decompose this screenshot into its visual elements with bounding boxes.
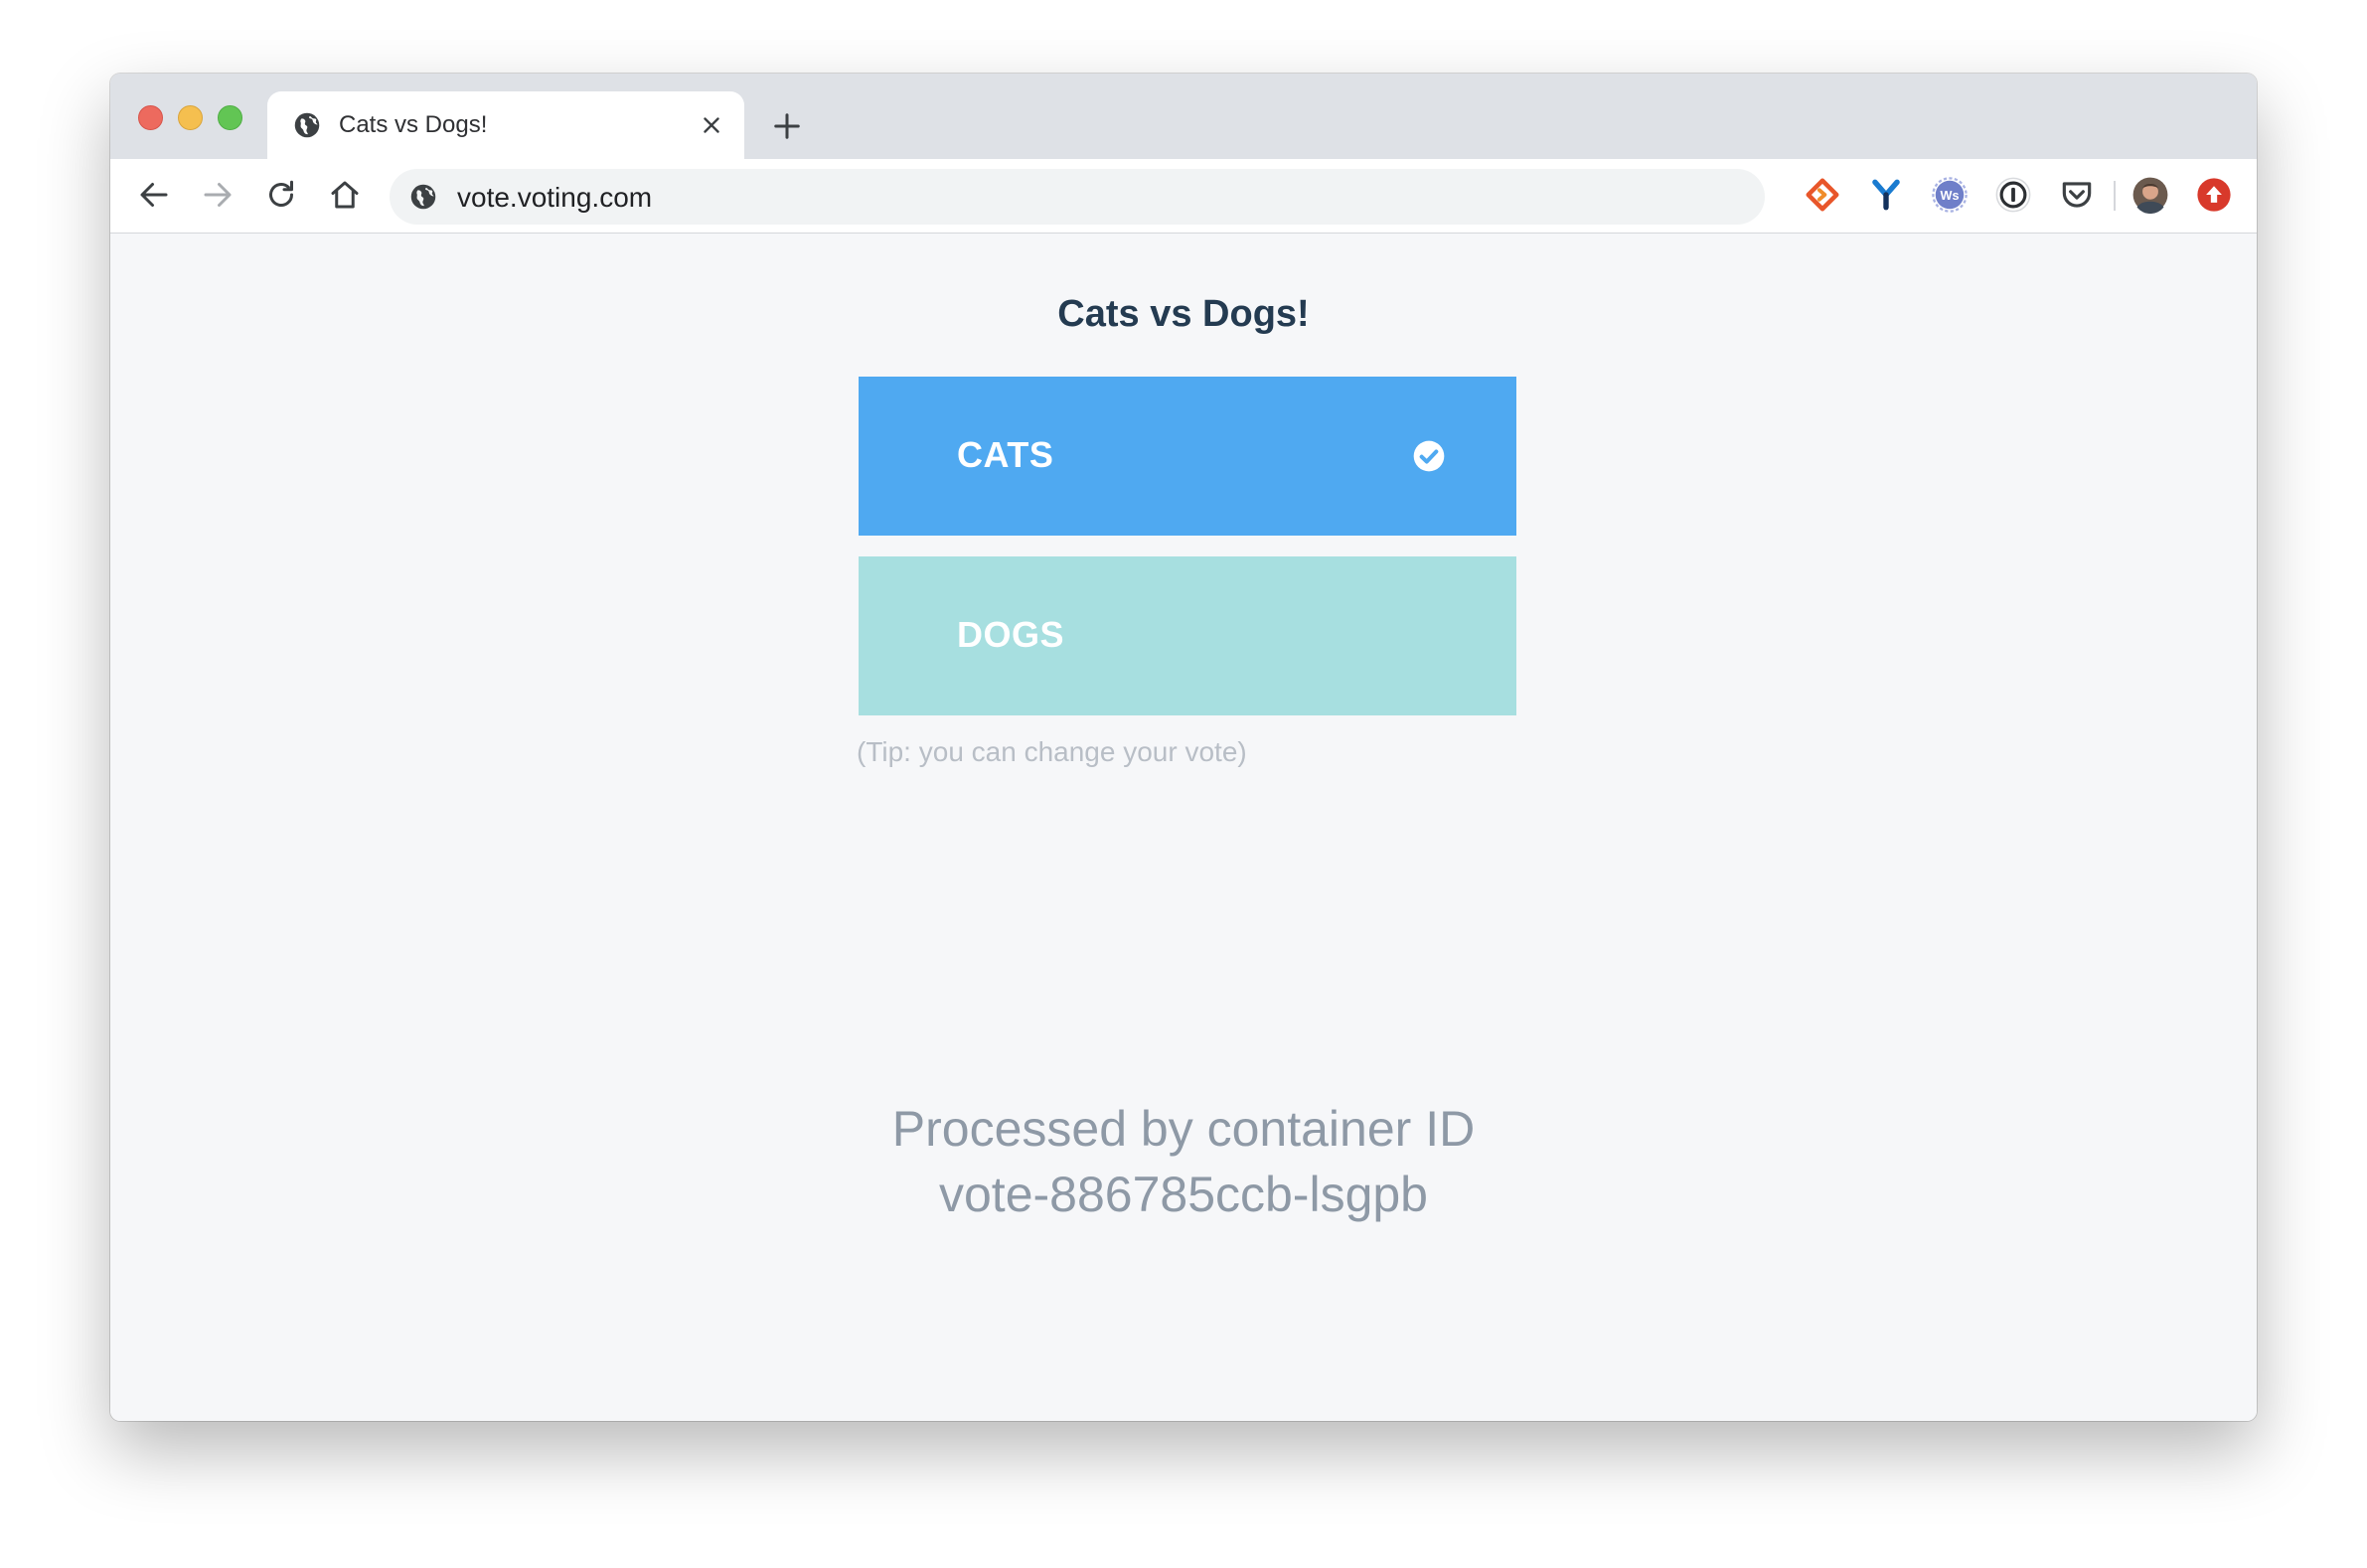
url-text: vote.voting.com xyxy=(457,182,653,213)
globe-icon xyxy=(294,112,320,138)
reload-icon[interactable] xyxy=(263,177,299,213)
arrow-left-icon[interactable] xyxy=(136,177,172,213)
orange-diamond-extension-icon[interactable] xyxy=(1804,176,1841,214)
page-content: Cats vs Dogs! CATS DOGS (Tip: you can ch… xyxy=(110,234,2257,1421)
close-icon[interactable] xyxy=(699,112,724,138)
minimize-window-button[interactable] xyxy=(178,105,203,130)
svg-text:Ws: Ws xyxy=(1941,189,1960,203)
red-upload-extension-icon[interactable] xyxy=(2195,176,2233,214)
ws-badge-extension-icon[interactable]: Ws xyxy=(1931,176,1969,214)
container-id-message: Processed by container ID vote-886785ccb… xyxy=(110,1096,2257,1227)
blue-y-extension-icon[interactable] xyxy=(1867,176,1905,214)
vote-cats-button[interactable]: CATS xyxy=(859,377,1516,536)
profile-avatar[interactable] xyxy=(2131,176,2169,214)
maximize-window-button[interactable] xyxy=(218,105,242,130)
toolbar-divider xyxy=(2114,181,2116,211)
tab-active[interactable]: Cats vs Dogs! xyxy=(267,91,744,159)
browser-toolbar: vote.voting.com Ws xyxy=(110,159,2257,234)
tip-text: (Tip: you can change your vote) xyxy=(857,736,1247,767)
address-bar[interactable]: vote.voting.com xyxy=(390,169,1765,225)
container-id-value: vote-886785ccb-lsgpb xyxy=(939,1167,1428,1222)
home-icon[interactable] xyxy=(327,177,363,213)
plus-icon[interactable] xyxy=(772,111,802,141)
pocket-extension-icon[interactable] xyxy=(2058,176,2096,214)
page-title: Cats vs Dogs! xyxy=(1057,293,1310,335)
arrow-right-icon[interactable] xyxy=(200,177,236,213)
browser-window: Cats vs Dogs! vote.voting.com Ws Cats vs… xyxy=(110,74,2257,1421)
check-circle-icon xyxy=(1413,440,1445,472)
tab-title: Cats vs Dogs! xyxy=(339,111,488,138)
tab-strip: Cats vs Dogs! xyxy=(110,74,2257,159)
password-manager-extension-icon[interactable] xyxy=(1994,176,2032,214)
processed-by-text: Processed by container ID xyxy=(891,1101,1476,1157)
vote-dogs-label: DOGS xyxy=(957,614,1065,655)
close-window-button[interactable] xyxy=(138,105,163,130)
globe-icon xyxy=(410,184,436,210)
vote-cats-label: CATS xyxy=(957,434,1054,475)
vote-dogs-button[interactable]: DOGS xyxy=(859,556,1516,715)
